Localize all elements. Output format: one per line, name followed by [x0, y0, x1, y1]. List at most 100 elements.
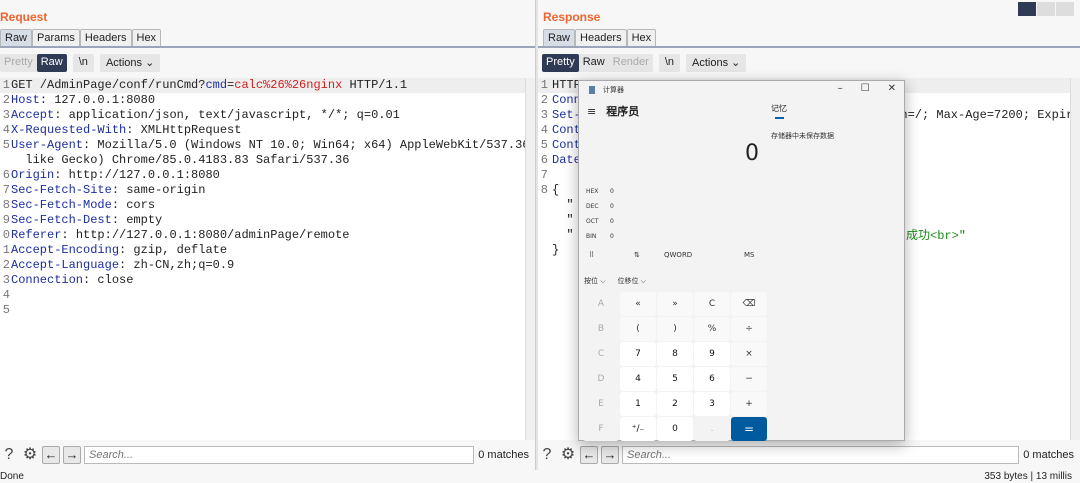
response-scrollbar[interactable] — [1070, 78, 1080, 440]
minimize-icon[interactable]: – — [838, 83, 843, 94]
next-match-button[interactable]: → — [63, 446, 81, 464]
keypad-icon[interactable]: ⠿ — [589, 251, 634, 259]
key-button: B — [583, 317, 619, 341]
key-button: C — [583, 342, 619, 366]
header-name: User-Agent — [11, 138, 84, 152]
header-name: cmd — [205, 78, 228, 92]
code-line: 1 Accept-Encoding: gzip, deflate — [0, 243, 525, 258]
newline-toggle[interactable]: \n — [658, 54, 681, 72]
prev-match-button[interactable]: ← — [580, 446, 598, 464]
key-button[interactable]: 0 — [657, 417, 693, 441]
key-button[interactable]: 2 — [657, 392, 693, 416]
key-button[interactable]: % — [694, 317, 730, 341]
key-button[interactable]: « — [620, 292, 656, 316]
response-search-bar: ? ⚙ ← → 0 matches — [538, 446, 1080, 464]
line-number: 0 — [2, 228, 10, 242]
prev-match-button[interactable]: ← — [42, 446, 60, 464]
line-number: 5 — [2, 303, 10, 317]
word-size-button[interactable]: QWORD — [664, 251, 744, 259]
header-name: Conn — [552, 93, 581, 107]
key-button[interactable]: 8 — [657, 342, 693, 366]
key-button[interactable]: 4 — [620, 367, 656, 391]
key-button[interactable]: ⁺∕₋ — [620, 417, 656, 441]
single-layout-icon[interactable] — [1056, 2, 1074, 16]
header-name: Cont — [552, 123, 581, 137]
code-text: GET /AdminPage/conf/runCmd? — [11, 78, 206, 92]
gear-icon[interactable]: ⚙ — [21, 446, 39, 464]
search-input[interactable] — [622, 446, 1019, 464]
calculator-app-icon — [589, 86, 595, 94]
newline-toggle[interactable]: \n — [72, 54, 94, 72]
key-button[interactable]: 5 — [657, 367, 693, 391]
request-pane: Request Raw Params Headers Hex Pretty Raw… — [0, 0, 587, 482]
key-button[interactable]: C — [694, 292, 730, 316]
code-text: : Mozilla/5.0 (Windows NT 10.0; Win64; x… — [83, 138, 588, 152]
code-text: : gzip, deflate — [119, 243, 228, 257]
key-button[interactable]: ⌫ — [731, 292, 767, 316]
render-button[interactable]: Render — [609, 54, 653, 72]
request-scrollbar[interactable] — [525, 78, 535, 440]
key-button[interactable]: 7 — [620, 342, 656, 366]
memory-store-button[interactable]: MS — [744, 251, 754, 259]
tab-raw[interactable]: Raw — [0, 29, 33, 47]
tab-hex[interactable]: Hex — [626, 29, 657, 47]
radix-value: 0 — [610, 203, 614, 210]
side-by-side-layout-icon[interactable] — [1018, 2, 1036, 16]
key-button[interactable]: × — [731, 342, 767, 366]
key-button[interactable]: ) — [657, 317, 693, 341]
match-count: 0 matches — [478, 449, 529, 461]
actions-dropdown[interactable]: Actions ⌄ — [686, 54, 747, 72]
radix-row-hex[interactable]: HEX 0 — [586, 188, 614, 195]
radix-row-dec[interactable]: DEC 0 — [586, 203, 614, 210]
request-editor[interactable]: 1 GET /AdminPage/conf/runCmd? cmd = calc%26%… — [0, 78, 587, 440]
raw-button[interactable]: Raw — [36, 54, 67, 72]
response-title: Response — [543, 10, 601, 24]
pretty-button[interactable]: Pretty — [0, 54, 37, 72]
line-number: 2 — [540, 93, 548, 107]
bitshift-dropdown[interactable]: 位移位 ⌵ — [618, 276, 647, 286]
search-input[interactable] — [84, 446, 474, 464]
key-button[interactable]: 9 — [694, 342, 730, 366]
tab-divider — [538, 46, 1080, 48]
code-line: 1 GET /AdminPage/conf/runCmd? cmd = calc%26%… — [0, 78, 525, 93]
radix-row-oct[interactable]: OCT 0 — [586, 218, 614, 225]
actions-dropdown[interactable]: Actions ⌄ — [99, 54, 161, 72]
help-icon[interactable]: ? — [0, 446, 18, 464]
calculator-window[interactable]: 计算器 – ☐ ✕ ≡ 程序员 记忆 存储器中未保存数据 0 HEX 0 DEC 0 OCT 0… — [578, 80, 905, 441]
key-button[interactable]: » — [657, 292, 693, 316]
line-number: 8 — [2, 198, 10, 212]
line-number: 2 — [2, 258, 10, 272]
help-icon[interactable]: ? — [538, 446, 556, 464]
bit-toggle-icon[interactable]: ⇅ — [634, 251, 664, 259]
tab-divider — [0, 46, 535, 48]
pretty-button[interactable]: Pretty — [542, 54, 579, 72]
key-button[interactable]: 1 — [620, 392, 656, 416]
tab-params[interactable]: Params — [32, 29, 80, 47]
tab-raw[interactable]: Raw — [543, 29, 576, 47]
hamburger-menu-icon[interactable]: ≡ — [587, 105, 596, 118]
bitwise-dropdown[interactable]: 按位 ⌵ — [584, 276, 606, 286]
tab-headers[interactable]: Headers — [79, 29, 132, 47]
key-button[interactable]: 3 — [694, 392, 730, 416]
tab-hex[interactable]: Hex — [131, 29, 162, 47]
maximize-icon[interactable]: ☐ — [861, 83, 870, 94]
code-line: 2 Host: 127.0.0.1:8080 — [0, 93, 525, 108]
code-line: 6 Origin: http://127.0.0.1:8080 — [0, 168, 525, 183]
key-button[interactable]: ( — [620, 317, 656, 341]
key-button[interactable]: − — [731, 367, 767, 391]
next-match-button[interactable]: → — [601, 446, 619, 464]
key-button[interactable]: 6 — [694, 367, 730, 391]
key-button[interactable]: = — [731, 417, 767, 441]
tab-headers[interactable]: Headers — [575, 29, 627, 47]
gear-icon[interactable]: ⚙ — [559, 446, 577, 464]
key-button[interactable]: + — [731, 392, 767, 416]
line-number: 5 — [540, 138, 548, 152]
key-button[interactable]: ÷ — [731, 317, 767, 341]
code-text: HTTP — [552, 78, 581, 92]
header-name: X-Requested-With — [11, 123, 127, 137]
memory-tab[interactable]: 记忆 — [771, 103, 787, 114]
close-icon[interactable]: ✕ — [888, 83, 896, 94]
stacked-layout-icon[interactable] — [1037, 2, 1055, 16]
radix-row-bin[interactable]: BIN 0 — [586, 233, 614, 240]
raw-button[interactable]: Raw — [579, 54, 609, 72]
